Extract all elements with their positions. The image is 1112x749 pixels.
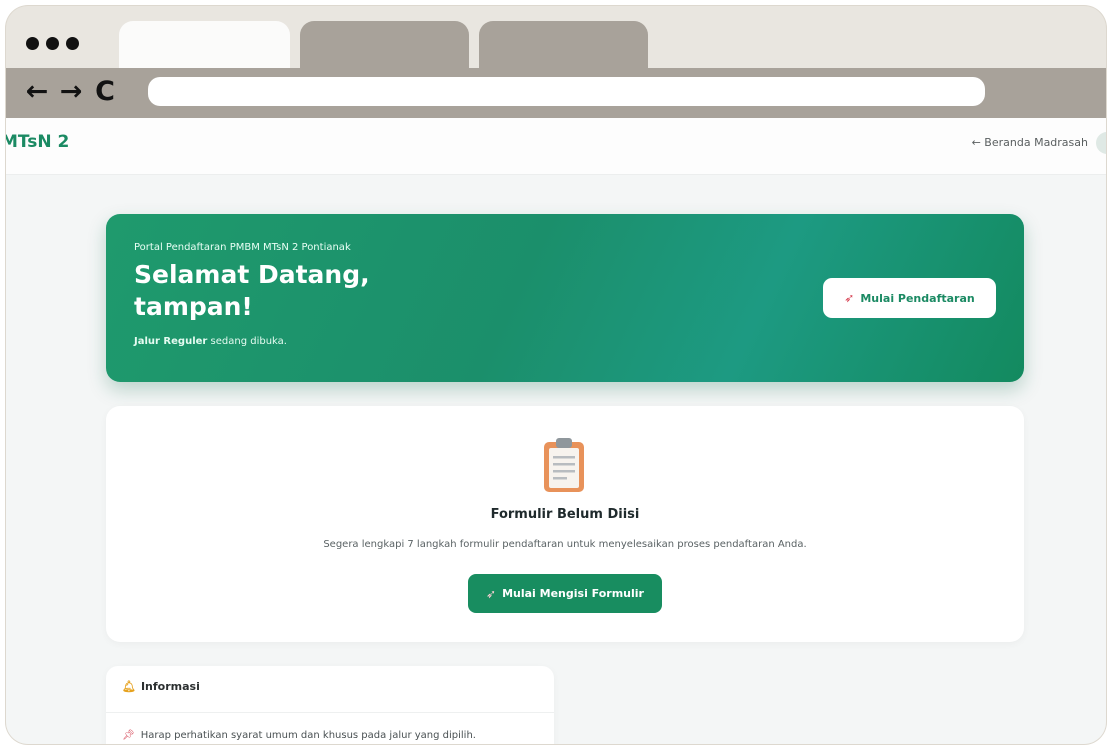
close-dot[interactable] — [26, 37, 39, 50]
reload-icon[interactable]: C — [92, 75, 118, 109]
browser-tab-active[interactable] — [119, 21, 290, 68]
forward-arrow-icon[interactable]: → — [58, 75, 84, 109]
site-header: MTsN 2 ← Beranda Madrasah — [6, 118, 1106, 175]
rocket-icon: ➶ — [844, 291, 855, 305]
form-status-card: Formulir Belum Diisi Segera lengkapi 7 l… — [106, 406, 1024, 642]
rocket-icon: ➶ — [486, 586, 497, 601]
bell-icon: 🔔︎ — [122, 680, 136, 693]
site-brand[interactable]: MTsN 2 — [6, 132, 69, 152]
window-controls — [26, 37, 79, 50]
welcome-banner: Portal Pendaftaran PMBM MTsN 2 Pontianak… — [106, 214, 1024, 382]
start-form-label: Mulai Mengisi Formulir — [502, 587, 644, 600]
welcome-heading: Selamat Datang, tampan! — [134, 259, 454, 323]
browser-window: ← → C MTsN 2 ← Beranda Madrasah Portal P… — [6, 6, 1106, 744]
browser-toolbar: ← → C — [6, 68, 1106, 118]
start-registration-label: Mulai Pendaftaran — [860, 291, 975, 305]
form-status-description: Segera lengkapi 7 langkah formulir penda… — [323, 539, 807, 550]
browser-tab-2[interactable] — [300, 21, 469, 68]
banner-eyebrow: Portal Pendaftaran PMBM MTsN 2 Pontianak — [134, 242, 351, 253]
info-item-text: Harap perhatikan syarat umum dan khusus … — [140, 730, 476, 741]
back-arrow-icon[interactable]: ← — [24, 75, 50, 109]
home-link[interactable]: ← Beranda Madrasah — [972, 136, 1088, 149]
form-status-title: Formulir Belum Diisi — [490, 507, 640, 522]
status-text: sedang dibuka. — [207, 336, 287, 347]
welcome-line-1: Selamat Datang, — [134, 260, 370, 289]
info-title: Informasi — [140, 680, 200, 693]
clipboard-icon — [541, 436, 587, 498]
maximize-dot[interactable] — [66, 37, 79, 50]
page-viewport: MTsN 2 ← Beranda Madrasah Portal Pendaft… — [6, 118, 1106, 744]
welcome-line-2: tampan! — [134, 292, 253, 321]
address-bar[interactable] — [148, 77, 985, 106]
info-panel: 🔔︎ Informasi 📌︎ Harap perhatikan syarat … — [106, 666, 554, 744]
browser-tab-3[interactable] — [479, 21, 648, 68]
avatar[interactable] — [1096, 132, 1106, 154]
nav-buttons: ← → C — [24, 75, 118, 109]
start-registration-button[interactable]: ➶ Mulai Pendaftaran — [823, 278, 996, 318]
info-item: 📌︎ Harap perhatikan syarat umum dan khus… — [122, 730, 476, 741]
registration-status: Jalur Reguler sedang dibuka. — [134, 336, 287, 347]
start-form-button[interactable]: ➶ Mulai Mengisi Formulir — [468, 574, 662, 613]
divider — [106, 712, 554, 713]
status-path-name: Jalur Reguler — [134, 336, 208, 347]
minimize-dot[interactable] — [46, 37, 59, 50]
pin-icon: 📌︎ — [122, 730, 135, 741]
info-header: 🔔︎ Informasi — [122, 680, 200, 693]
